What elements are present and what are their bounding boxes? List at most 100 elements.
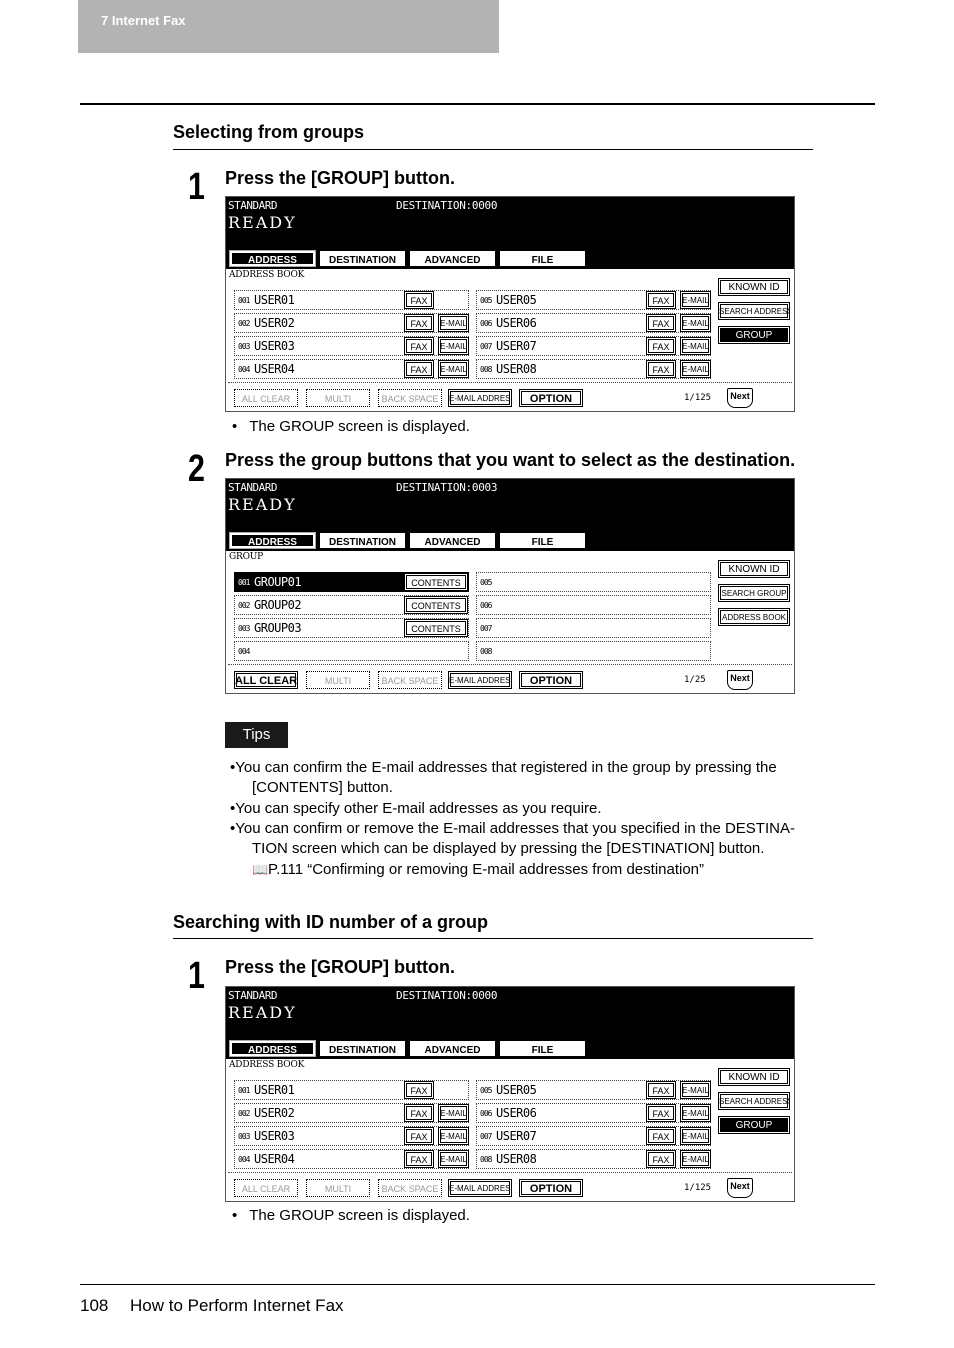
tab-address[interactable]: ADDRESS	[229, 1040, 316, 1057]
entry-name: USER04	[254, 1152, 295, 1166]
email-button[interactable]: E-MAIL	[438, 1150, 469, 1168]
note-text: The GROUP screen is displayed.	[249, 1207, 470, 1224]
fax-button[interactable]: FAX	[404, 1127, 434, 1145]
email-button[interactable]: E-MAIL	[680, 291, 711, 309]
email-button[interactable]: E-MAIL	[438, 1104, 469, 1122]
tab-file[interactable]: FILE	[499, 1040, 586, 1057]
bottom-button-all-clear[interactable]: ALL CLEAR	[234, 389, 298, 407]
tab-destination[interactable]: DESTINATION	[319, 1040, 406, 1057]
fax-button[interactable]: FAX	[404, 360, 434, 378]
bottom-button-option[interactable]: OPTION	[519, 1179, 583, 1197]
bottom-button-option[interactable]: OPTION	[519, 671, 583, 689]
tab-advanced[interactable]: ADVANCED	[409, 532, 496, 549]
entry-name: USER03	[254, 339, 295, 353]
fax-button[interactable]: FAX	[404, 1081, 434, 1099]
email-button[interactable]: E-MAIL	[438, 314, 469, 332]
tab-advanced[interactable]: ADVANCED	[409, 250, 496, 267]
entry-name: USER01	[254, 1083, 295, 1097]
tab-destination[interactable]: DESTINATION	[319, 250, 406, 267]
bottom-button-back-space[interactable]: BACK SPACE	[378, 1179, 442, 1197]
next-button[interactable]: Next	[727, 1178, 753, 1198]
tab-file[interactable]: FILE	[499, 532, 586, 549]
fax-button[interactable]: FAX	[646, 1150, 676, 1168]
group-entry[interactable]: 008	[476, 641, 711, 661]
next-button[interactable]: Next	[727, 670, 753, 690]
group-entry[interactable]: 006	[476, 595, 711, 615]
entry-number: 003	[238, 624, 250, 633]
bottom-button-back-space[interactable]: BACK SPACE	[378, 671, 442, 689]
entry-number: 003	[238, 1132, 250, 1141]
book-icon: 📖	[252, 862, 269, 877]
email-button[interactable]: E-MAIL	[438, 360, 469, 378]
email-button[interactable]: E-MAIL	[680, 1104, 711, 1122]
bottom-button-all-clear[interactable]: ALL CLEAR	[234, 671, 298, 689]
entry-name: GROUP03	[254, 621, 302, 635]
fax-button[interactable]: FAX	[646, 291, 676, 309]
email-button[interactable]: E-MAIL	[680, 360, 711, 378]
contents-button[interactable]: CONTENTS	[404, 596, 468, 614]
side-button-search-group[interactable]: SEARCH GROUP	[718, 584, 790, 602]
group-entry[interactable]: 004	[234, 641, 469, 661]
side-button-search-address[interactable]: SEARCH ADDRESS	[718, 1092, 790, 1110]
tab-destination[interactable]: DESTINATION	[319, 532, 406, 549]
group-entry[interactable]: 005	[476, 572, 711, 592]
bottom-button-multi[interactable]: MULTI	[306, 1179, 370, 1197]
fax-button[interactable]: FAX	[646, 1127, 676, 1145]
tab-advanced[interactable]: ADVANCED	[409, 1040, 496, 1057]
status-message: READY	[228, 213, 297, 232]
email-button[interactable]: E-MAIL	[680, 1150, 711, 1168]
side-button-group[interactable]: GROUP	[718, 1116, 790, 1134]
bottom-separator	[228, 664, 792, 665]
tab-address[interactable]: ADDRESS	[229, 250, 316, 267]
tip-reference[interactable]: 📖P.111 “Confirming or removing E-mail ad…	[252, 860, 704, 880]
side-button-address-book[interactable]: ADDRESS BOOK	[718, 608, 790, 626]
fax-button[interactable]: FAX	[646, 1104, 676, 1122]
contents-button[interactable]: CONTENTS	[404, 619, 468, 637]
bottom-button-e-mail-address[interactable]: E-MAIL ADDRESS	[448, 389, 512, 407]
side-button-known-id[interactable]: KNOWN ID	[718, 1068, 790, 1086]
email-button[interactable]: E-MAIL	[438, 1127, 469, 1145]
email-button[interactable]: E-MAIL	[680, 1081, 711, 1099]
email-button[interactable]: E-MAIL	[680, 314, 711, 332]
fax-button[interactable]: FAX	[404, 1150, 434, 1168]
email-button[interactable]: E-MAIL	[438, 337, 469, 355]
bullet: •	[232, 1207, 238, 1224]
bottom-button-e-mail-address[interactable]: E-MAIL ADDRESS	[448, 671, 512, 689]
bottom-button-back-space[interactable]: BACK SPACE	[378, 389, 442, 407]
contents-button[interactable]: CONTENTS	[404, 573, 468, 591]
side-button-known-id[interactable]: KNOWN ID	[718, 278, 790, 296]
entry-number: 001	[238, 296, 250, 305]
reference-link[interactable]: P.111 “Confirming or removing E-mail add…	[268, 861, 704, 878]
bottom-button-option[interactable]: OPTION	[519, 389, 583, 407]
fax-button[interactable]: FAX	[404, 337, 434, 355]
entry-name: USER05	[496, 293, 537, 307]
tab-address[interactable]: ADDRESS	[229, 532, 316, 549]
fax-button[interactable]: FAX	[404, 1104, 434, 1122]
fax-button[interactable]: FAX	[646, 337, 676, 355]
fax-button[interactable]: FAX	[646, 314, 676, 332]
email-button[interactable]: E-MAIL	[680, 1127, 711, 1145]
email-button[interactable]: E-MAIL	[680, 337, 711, 355]
bottom-button-multi[interactable]: MULTI	[306, 389, 370, 407]
tip-item: •You can confirm or remove the E-mail ad…	[230, 820, 795, 837]
fax-button[interactable]: FAX	[404, 314, 434, 332]
entry-number: 008	[480, 647, 492, 656]
bottom-button-multi[interactable]: MULTI	[306, 671, 370, 689]
side-button-known-id[interactable]: KNOWN ID	[718, 560, 790, 578]
fax-button[interactable]: FAX	[404, 291, 434, 309]
fax-button[interactable]: FAX	[646, 1081, 676, 1099]
tab-file[interactable]: FILE	[499, 250, 586, 267]
entry-name: GROUP01	[254, 575, 302, 589]
side-button-group[interactable]: GROUP	[718, 326, 790, 344]
tip-item: •You can specify other E-mail addresses …	[230, 800, 602, 817]
next-button[interactable]: Next	[727, 388, 753, 408]
side-button-search-address[interactable]: SEARCH ADDRESS	[718, 302, 790, 320]
fax-button[interactable]: FAX	[646, 360, 676, 378]
entry-number: 004	[238, 647, 250, 656]
section-rule	[173, 149, 813, 150]
entry-number: 006	[480, 1109, 492, 1118]
bottom-button-e-mail-address[interactable]: E-MAIL ADDRESS	[448, 1179, 512, 1197]
bottom-button-all-clear[interactable]: ALL CLEAR	[234, 1179, 298, 1197]
group-entry[interactable]: 007	[476, 618, 711, 638]
list-label: ADDRESS BOOK	[229, 270, 305, 280]
